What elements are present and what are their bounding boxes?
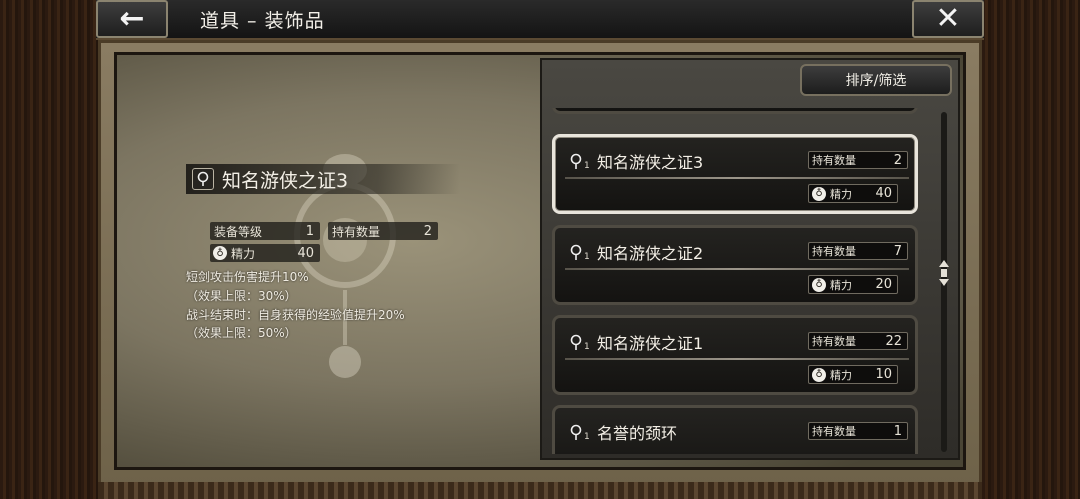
item-name: 知名游侠之证2 bbox=[597, 244, 704, 263]
back-arrow-icon: ← bbox=[119, 1, 145, 36]
item-name: 知名游侠之证3 bbox=[597, 153, 704, 172]
wood-frame-right bbox=[982, 0, 1080, 499]
list-item[interactable]: 1 名誉的颈环 持有数量 1 bbox=[552, 405, 918, 454]
power-drop-icon: ♁ bbox=[812, 277, 826, 292]
list-item[interactable]: 1 知名游侠之证3 持有数量 2 ♁ 精力 40 bbox=[552, 134, 918, 214]
equip-level-label: 装备等级 bbox=[214, 224, 263, 239]
item-power-box: ♁ 精力 40 bbox=[808, 184, 898, 203]
power-value: 20 bbox=[875, 277, 892, 292]
item-list[interactable]: 1 知名游侠之证3 持有数量 2 ♁ 精力 40 1 知名游侠之证2 持有数量 … bbox=[552, 108, 920, 454]
power-label: 精力 bbox=[231, 246, 256, 261]
back-button[interactable]: ← bbox=[96, 0, 168, 38]
ring-icon bbox=[570, 334, 582, 350]
divider bbox=[565, 268, 909, 270]
owned-count-value: 2 bbox=[423, 223, 432, 239]
sort-filter-button[interactable]: 排序/筛选 bbox=[800, 64, 952, 96]
item-grade: 1 bbox=[584, 342, 590, 352]
bottom-ornament-strip bbox=[98, 482, 982, 499]
item-grade: 1 bbox=[584, 161, 590, 171]
power-label: 精力 bbox=[830, 368, 852, 382]
item-owned-box: 持有数量 22 bbox=[808, 332, 908, 350]
equip-level-stat: 装备等级 1 bbox=[210, 222, 320, 240]
detail-item-name-bar: 知名游侠之证3 bbox=[186, 164, 460, 194]
item-name: 知名游侠之证1 bbox=[597, 334, 704, 353]
divider bbox=[565, 177, 909, 179]
power-stat: ♁ 精力 40 bbox=[210, 244, 320, 262]
divider bbox=[565, 358, 909, 360]
ring-icon bbox=[570, 424, 582, 440]
item-owned-box: 持有数量 1 bbox=[808, 422, 908, 440]
power-value: 10 bbox=[875, 367, 892, 382]
list-item[interactable]: 1 知名游侠之证1 持有数量 22 ♁ 精力 10 bbox=[552, 315, 918, 395]
item-name: 名誉的颈环 bbox=[597, 424, 678, 443]
item-power-box: ♁ 精力 10 bbox=[808, 365, 898, 384]
item-owned-box: 持有数量 7 bbox=[808, 242, 908, 260]
wood-frame-left bbox=[0, 0, 98, 499]
owned-label: 持有数量 bbox=[812, 425, 856, 438]
owned-value: 1 bbox=[893, 423, 902, 439]
ring-icon bbox=[192, 168, 214, 190]
description-line-1: 短剑攻击伤害提升10% bbox=[186, 270, 309, 284]
owned-value: 7 bbox=[893, 243, 902, 259]
power-value: 40 bbox=[297, 245, 314, 261]
power-drop-icon: ♁ bbox=[812, 367, 826, 382]
detail-item-name: 知名游侠之证3 bbox=[222, 169, 349, 192]
equip-level-value: 1 bbox=[305, 223, 314, 239]
owned-label: 持有数量 bbox=[812, 245, 856, 258]
owned-value: 2 bbox=[893, 152, 902, 168]
owned-count-stat: 持有数量 2 bbox=[328, 222, 438, 240]
owned-label: 持有数量 bbox=[812, 335, 856, 348]
page-title: 道具 – 装饰品 bbox=[200, 10, 325, 32]
description-line-2: （效果上限：30%） bbox=[186, 289, 297, 303]
close-icon: ✕ bbox=[935, 1, 961, 36]
description-line-4: （效果上限：50%） bbox=[186, 326, 297, 340]
list-item[interactable]: 1 知名游侠之证2 持有数量 7 ♁ 精力 20 bbox=[552, 225, 918, 305]
owned-label: 持有数量 bbox=[812, 154, 856, 167]
ring-icon bbox=[570, 153, 582, 169]
item-power-box: ♁ 精力 20 bbox=[808, 275, 898, 294]
power-value: 40 bbox=[875, 186, 892, 201]
scroll-handle-icon[interactable] bbox=[938, 258, 950, 288]
power-label: 精力 bbox=[830, 187, 852, 201]
close-button[interactable]: ✕ bbox=[912, 0, 984, 38]
power-drop-icon: ♁ bbox=[812, 186, 826, 201]
description-line-3: 战斗结束时：自身获得的经验值提升20% bbox=[186, 308, 405, 322]
ring-icon bbox=[570, 244, 582, 260]
owned-value: 22 bbox=[885, 333, 902, 349]
item-grade: 1 bbox=[584, 252, 590, 262]
power-drop-icon: ♁ bbox=[213, 246, 227, 260]
item-owned-box: 持有数量 2 bbox=[808, 151, 908, 169]
item-grade: 1 bbox=[584, 432, 590, 442]
power-label: 精力 bbox=[830, 278, 852, 292]
list-item-partial-top[interactable] bbox=[552, 108, 918, 114]
owned-count-label: 持有数量 bbox=[332, 224, 381, 239]
